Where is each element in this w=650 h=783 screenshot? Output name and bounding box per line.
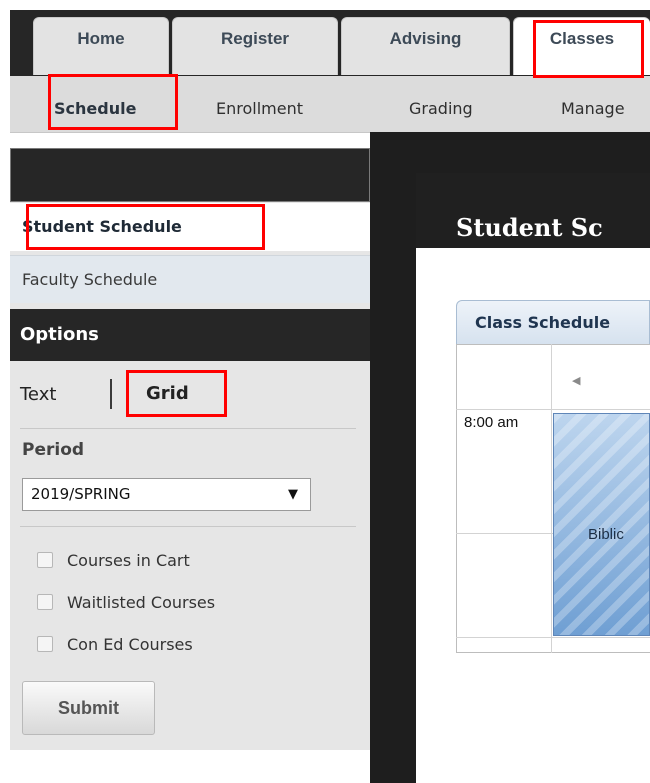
- previous-arrow-icon[interactable]: ◀: [572, 374, 580, 387]
- subnav-schedule[interactable]: Schedule: [54, 99, 136, 118]
- checkbox-label: Courses in Cart: [67, 551, 190, 570]
- subnav-enrollment[interactable]: Enrollment: [216, 99, 303, 118]
- event-title: Biblic: [588, 526, 624, 543]
- checkbox-label: Con Ed Courses: [67, 635, 193, 654]
- grid-line: [456, 637, 650, 638]
- divider: [20, 526, 356, 527]
- calendar-tab[interactable]: Class Schedule: [456, 300, 650, 344]
- submit-button[interactable]: Submit: [22, 681, 155, 735]
- page-title: Student Sc: [416, 173, 650, 248]
- period-select[interactable]: 2019/SPRING ▼: [22, 478, 311, 511]
- checkbox-icon[interactable]: [37, 594, 53, 610]
- checkbox-label: Waitlisted Courses: [67, 593, 216, 612]
- subnav-grading[interactable]: Grading: [409, 99, 473, 118]
- checkbox-icon[interactable]: [37, 636, 53, 652]
- view-separator: [110, 379, 112, 409]
- tab-classes-label: Classes: [549, 29, 615, 48]
- grid-line: [456, 409, 650, 410]
- calendar-event[interactable]: Biblic: [553, 413, 650, 636]
- options-header: Options: [10, 309, 370, 361]
- time-label: 8:00 am: [464, 414, 519, 431]
- checkbox-waitlisted-courses[interactable]: Waitlisted Courses: [37, 593, 215, 612]
- subnav-manage[interactable]: Manage: [561, 99, 625, 118]
- period-select-value: 2019/SPRING: [31, 485, 131, 503]
- grid-line: [551, 344, 552, 653]
- checkbox-con-ed-courses[interactable]: Con Ed Courses: [37, 635, 193, 654]
- sidebar-header: [10, 148, 370, 202]
- tab-advising-label: Advising: [389, 29, 462, 48]
- checkbox-icon[interactable]: [37, 552, 53, 568]
- sidebar-item-student-schedule[interactable]: Student Schedule: [10, 203, 370, 251]
- view-text-link[interactable]: Text: [20, 384, 56, 405]
- tab-home-label: Home: [77, 29, 125, 48]
- period-label: Period: [22, 440, 85, 460]
- tab-home[interactable]: Home: [33, 17, 169, 75]
- view-grid-link[interactable]: Grid: [146, 383, 189, 404]
- tab-register[interactable]: Register: [172, 17, 338, 75]
- checkbox-courses-in-cart[interactable]: Courses in Cart: [37, 551, 190, 570]
- grid-line: [456, 533, 553, 534]
- sidebar: Student Schedule Faculty Schedule Option…: [10, 148, 370, 750]
- tab-advising[interactable]: Advising: [341, 17, 510, 75]
- divider: [20, 428, 356, 429]
- tab-classes[interactable]: Classes: [513, 17, 650, 75]
- tab-register-label: Register: [220, 29, 290, 48]
- dropdown-arrow-icon: ▼: [288, 487, 298, 502]
- sidebar-item-faculty-schedule[interactable]: Faculty Schedule: [10, 255, 370, 303]
